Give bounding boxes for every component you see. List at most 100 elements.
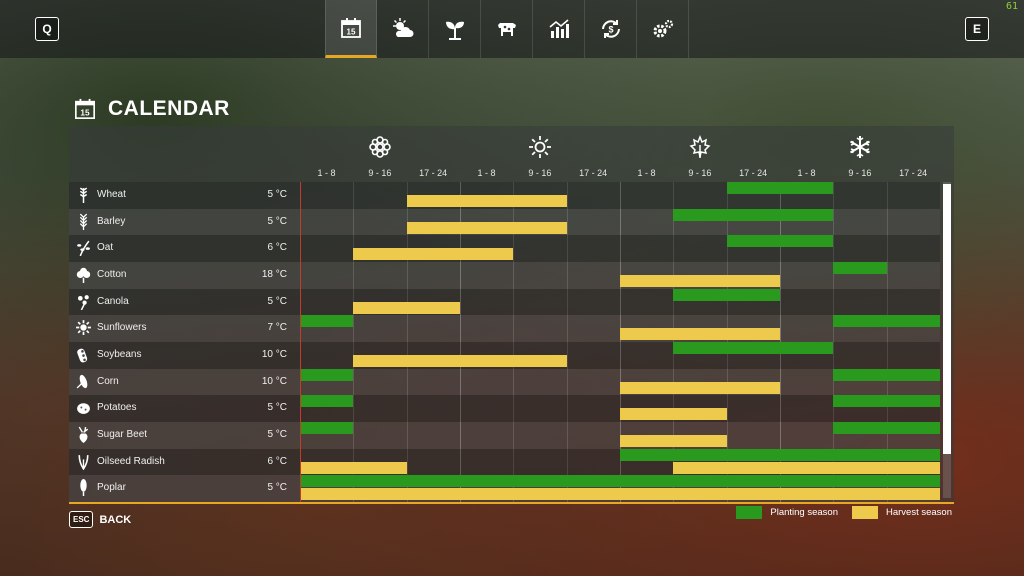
crop-row: Wheat 5 °C <box>69 182 940 209</box>
plant-icon <box>445 21 464 40</box>
crop-temperature: 5 °C <box>267 482 287 494</box>
tab-statistics[interactable] <box>533 0 585 58</box>
planting-season-bar <box>300 368 354 381</box>
crop-temperature: 5 °C <box>267 429 287 440</box>
harvest-season-label: Harvest season <box>885 507 952 518</box>
harvest-season-bar <box>353 248 514 261</box>
next-tab-key[interactable]: E <box>965 17 989 41</box>
tab-finances[interactable]: $ <box>585 0 637 58</box>
harvest-season-swatch <box>851 506 878 519</box>
finance-icon: $ <box>601 20 620 38</box>
harvest-season-bar <box>620 328 780 341</box>
tab-animals[interactable] <box>481 0 533 58</box>
planting-season-bar <box>300 475 940 488</box>
page-header: 15 CALENDAR <box>74 97 230 121</box>
crop-temperature: 6 °C <box>267 242 287 254</box>
scrollbar-thumb[interactable] <box>943 184 951 454</box>
tab-weather[interactable] <box>377 0 429 58</box>
oilseed-radish-icon <box>78 454 89 470</box>
crop-name: Wheat <box>97 189 126 200</box>
planting-season-swatch <box>736 506 763 519</box>
weather-icon <box>392 18 413 37</box>
oat-icon <box>77 241 90 257</box>
spring-icon <box>369 136 391 158</box>
crop-name: Barley <box>97 215 126 227</box>
crop-name: Corn <box>97 375 119 387</box>
settings-icon <box>653 19 673 38</box>
crop-temperature: 18 °C <box>261 269 287 280</box>
crop-name: Sunflowers <box>97 322 147 334</box>
harvest-season-bar <box>406 221 567 234</box>
planting-season-bar <box>833 422 940 434</box>
crop-temperature: 5 °C <box>267 215 287 227</box>
planting-season-bar <box>726 235 834 248</box>
harvest-season-bar <box>673 461 940 474</box>
esc-key-icon: ESC <box>69 511 94 528</box>
top-navigation-bar: Q 15 $ E 61 <box>0 0 1024 58</box>
autumn-icon <box>689 135 711 158</box>
crop-name: Soybeans <box>97 349 142 360</box>
harvest-season-bar <box>353 301 460 314</box>
harvest-season-bar <box>353 355 567 367</box>
planting-season-bar <box>833 315 940 328</box>
back-button[interactable]: ESC BACK <box>69 511 131 528</box>
canola-icon <box>77 294 89 310</box>
period-label: 1 - 8 <box>797 168 816 178</box>
crop-row: Poplar 5 °C <box>69 475 940 503</box>
svg-text:15: 15 <box>347 27 356 36</box>
calendar-panel: 1 - 8 9 - 16 17 - 24 1 - 8 9 - 16 17 - 24 1 - … <box>69 126 954 504</box>
crop-name: Canola <box>97 295 129 307</box>
harvest-season-bar <box>406 195 567 207</box>
planting-season-bar <box>300 422 354 434</box>
tab-bar: 15 $ <box>325 0 689 58</box>
planting-season-bar <box>833 395 940 408</box>
period-label: 17 - 24 <box>899 168 928 178</box>
tab-calendar[interactable]: 15 <box>325 0 377 58</box>
back-label: BACK <box>99 513 132 526</box>
crop-temperature: 6 °C <box>267 455 287 467</box>
tab-crops[interactable] <box>429 0 481 58</box>
poplar-icon <box>80 479 87 497</box>
calendar-icon: 15 <box>75 98 95 119</box>
cotton-icon <box>76 267 91 283</box>
crop-row: Soybeans 10 °C <box>69 342 940 369</box>
fps-counter: 61 <box>1005 1 1018 12</box>
harvest-season-bar <box>620 381 780 394</box>
svg-text:$: $ <box>608 25 613 35</box>
crop-name: Sugar Beet <box>97 429 148 440</box>
crop-name: Poplar <box>97 482 126 494</box>
previous-tab-key[interactable]: Q <box>35 17 59 41</box>
wheat-icon <box>79 187 88 203</box>
crop-name: Oilseed Radish <box>97 455 165 467</box>
crop-temperature: 5 °C <box>267 402 287 414</box>
crop-row: Barley 5 °C <box>69 208 940 236</box>
crop-name: Oat <box>97 242 114 254</box>
planting-season-bar <box>833 368 940 381</box>
crop-row: Oilseed Radish 6 °C <box>69 448 940 476</box>
planting-season-bar <box>620 448 940 461</box>
tab-settings[interactable] <box>637 0 689 58</box>
crop-row: Sugar Beet 5 °C <box>69 422 940 449</box>
planting-season-bar <box>673 288 780 301</box>
planting-season-bar <box>300 315 354 328</box>
planting-season-bar <box>300 395 354 408</box>
soybean-icon <box>77 348 88 363</box>
period-label: 9 - 16 <box>528 168 552 178</box>
crop-temperature: 10 °C <box>261 349 287 360</box>
crop-temperature: 5 °C <box>267 189 287 200</box>
period-label: 9 - 16 <box>848 168 872 178</box>
crop-temperature: 5 °C <box>267 295 287 307</box>
corn-icon <box>76 374 88 388</box>
barley-icon <box>79 213 88 230</box>
harvest-season-bar <box>300 461 407 474</box>
crop-name: Potatoes <box>97 402 137 414</box>
crop-row: Oat 6 °C <box>69 235 940 263</box>
period-label: 1 - 8 <box>477 168 496 178</box>
crop-row: Corn 10 °C <box>69 368 940 396</box>
legend: Planting season Harvest season <box>736 506 952 519</box>
period-label: 17 - 24 <box>579 168 608 178</box>
crop-row: Canola 5 °C <box>69 288 940 316</box>
crop-row: Potatoes 5 °C <box>69 395 940 423</box>
svg-text:15: 15 <box>80 108 90 117</box>
potato-icon <box>77 403 90 415</box>
